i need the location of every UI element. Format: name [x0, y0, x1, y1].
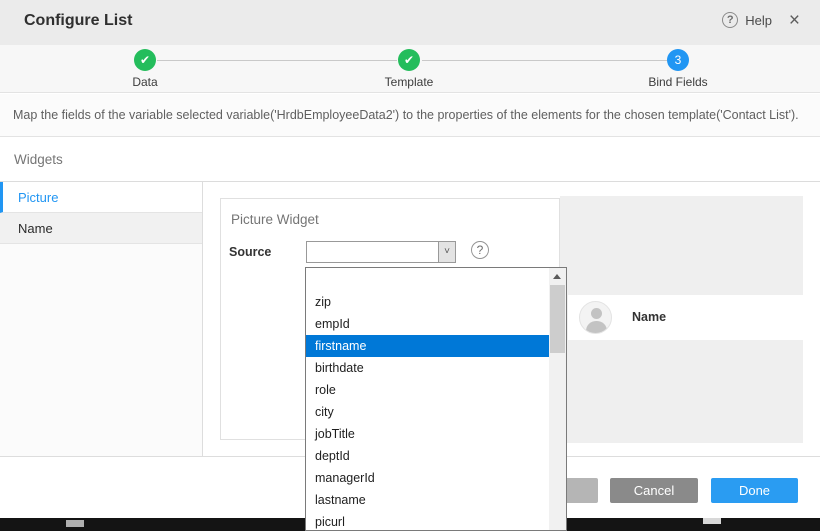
background-artifact — [703, 518, 721, 524]
dropdown-option[interactable]: managerId — [306, 467, 549, 489]
dialog-header: Configure List ? Help × — [0, 0, 820, 45]
dropdown-option[interactable]: deptId — [306, 445, 549, 467]
widgets-sidebar: Picture Name — [0, 182, 203, 456]
dropdown-option[interactable]: jobTitle — [306, 423, 549, 445]
dropdown-option[interactable]: birthdate — [306, 357, 549, 379]
check-icon: ✔ — [134, 49, 156, 71]
dropdown-option[interactable]: lastname — [306, 489, 549, 511]
dropdown-option[interactable] — [306, 268, 549, 291]
wizard-stepper: ✔ Data ✔ Template 3 Bind Fields — [0, 45, 820, 93]
dropdown-option[interactable]: empId — [306, 313, 549, 335]
picture-widget-title: Picture Widget — [231, 212, 319, 227]
dropdown-option[interactable]: zip — [306, 291, 549, 313]
step-data[interactable]: ✔ Data — [85, 49, 205, 89]
cancel-button[interactable]: Cancel — [610, 478, 698, 503]
chevron-down-icon[interactable]: ˅ — [438, 242, 455, 262]
preview-name-label: Name — [632, 310, 666, 324]
avatar-placeholder-icon — [579, 301, 612, 334]
source-label: Source — [229, 245, 271, 259]
widgets-title: Widgets — [14, 152, 63, 167]
scrollbar-thumb[interactable] — [550, 285, 565, 353]
dropdown-options: zipempIdfirstnamebirthdaterolecityjobTit… — [306, 268, 549, 530]
description-text: Map the fields of the variable selected … — [13, 108, 799, 122]
preview-contact-row: Name — [568, 295, 803, 340]
source-dropdown-list: zipempIdfirstnamebirthdaterolecityjobTit… — [305, 267, 567, 531]
dropdown-option[interactable]: picurl — [306, 511, 549, 530]
help-button[interactable]: ? Help — [722, 12, 772, 28]
step-bind-fields[interactable]: 3 Bind Fields — [618, 49, 738, 89]
dropdown-option[interactable]: role — [306, 379, 549, 401]
step-label: Data — [85, 75, 205, 89]
dropdown-option[interactable]: firstname — [306, 335, 549, 357]
check-icon: ✔ — [398, 49, 420, 71]
step-label: Bind Fields — [618, 75, 738, 89]
source-help-icon[interactable]: ? — [471, 241, 489, 259]
sidebar-item-picture[interactable]: Picture — [0, 182, 202, 213]
background-artifact — [66, 520, 84, 527]
step-template[interactable]: ✔ Template — [349, 49, 469, 89]
scroll-up-icon[interactable] — [549, 268, 566, 285]
dropdown-scrollbar — [549, 268, 566, 530]
step-number: 3 — [667, 49, 689, 71]
description-band: Map the fields of the variable selected … — [0, 94, 820, 137]
close-icon[interactable]: × — [789, 9, 800, 33]
dialog-title: Configure List — [24, 12, 132, 30]
done-button[interactable]: Done — [711, 478, 798, 503]
step-label: Template — [349, 75, 469, 89]
configure-list-dialog: Configure List ? Help × ✔ Data ✔ Templat… — [0, 0, 820, 531]
source-select[interactable]: ˅ — [306, 241, 456, 263]
help-label: Help — [745, 13, 772, 28]
template-preview-panel: Name — [560, 196, 803, 443]
widgets-section-header: Widgets — [0, 138, 820, 182]
sidebar-item-name[interactable]: Name — [0, 213, 202, 244]
dropdown-option[interactable]: city — [306, 401, 549, 423]
help-icon: ? — [722, 12, 738, 28]
